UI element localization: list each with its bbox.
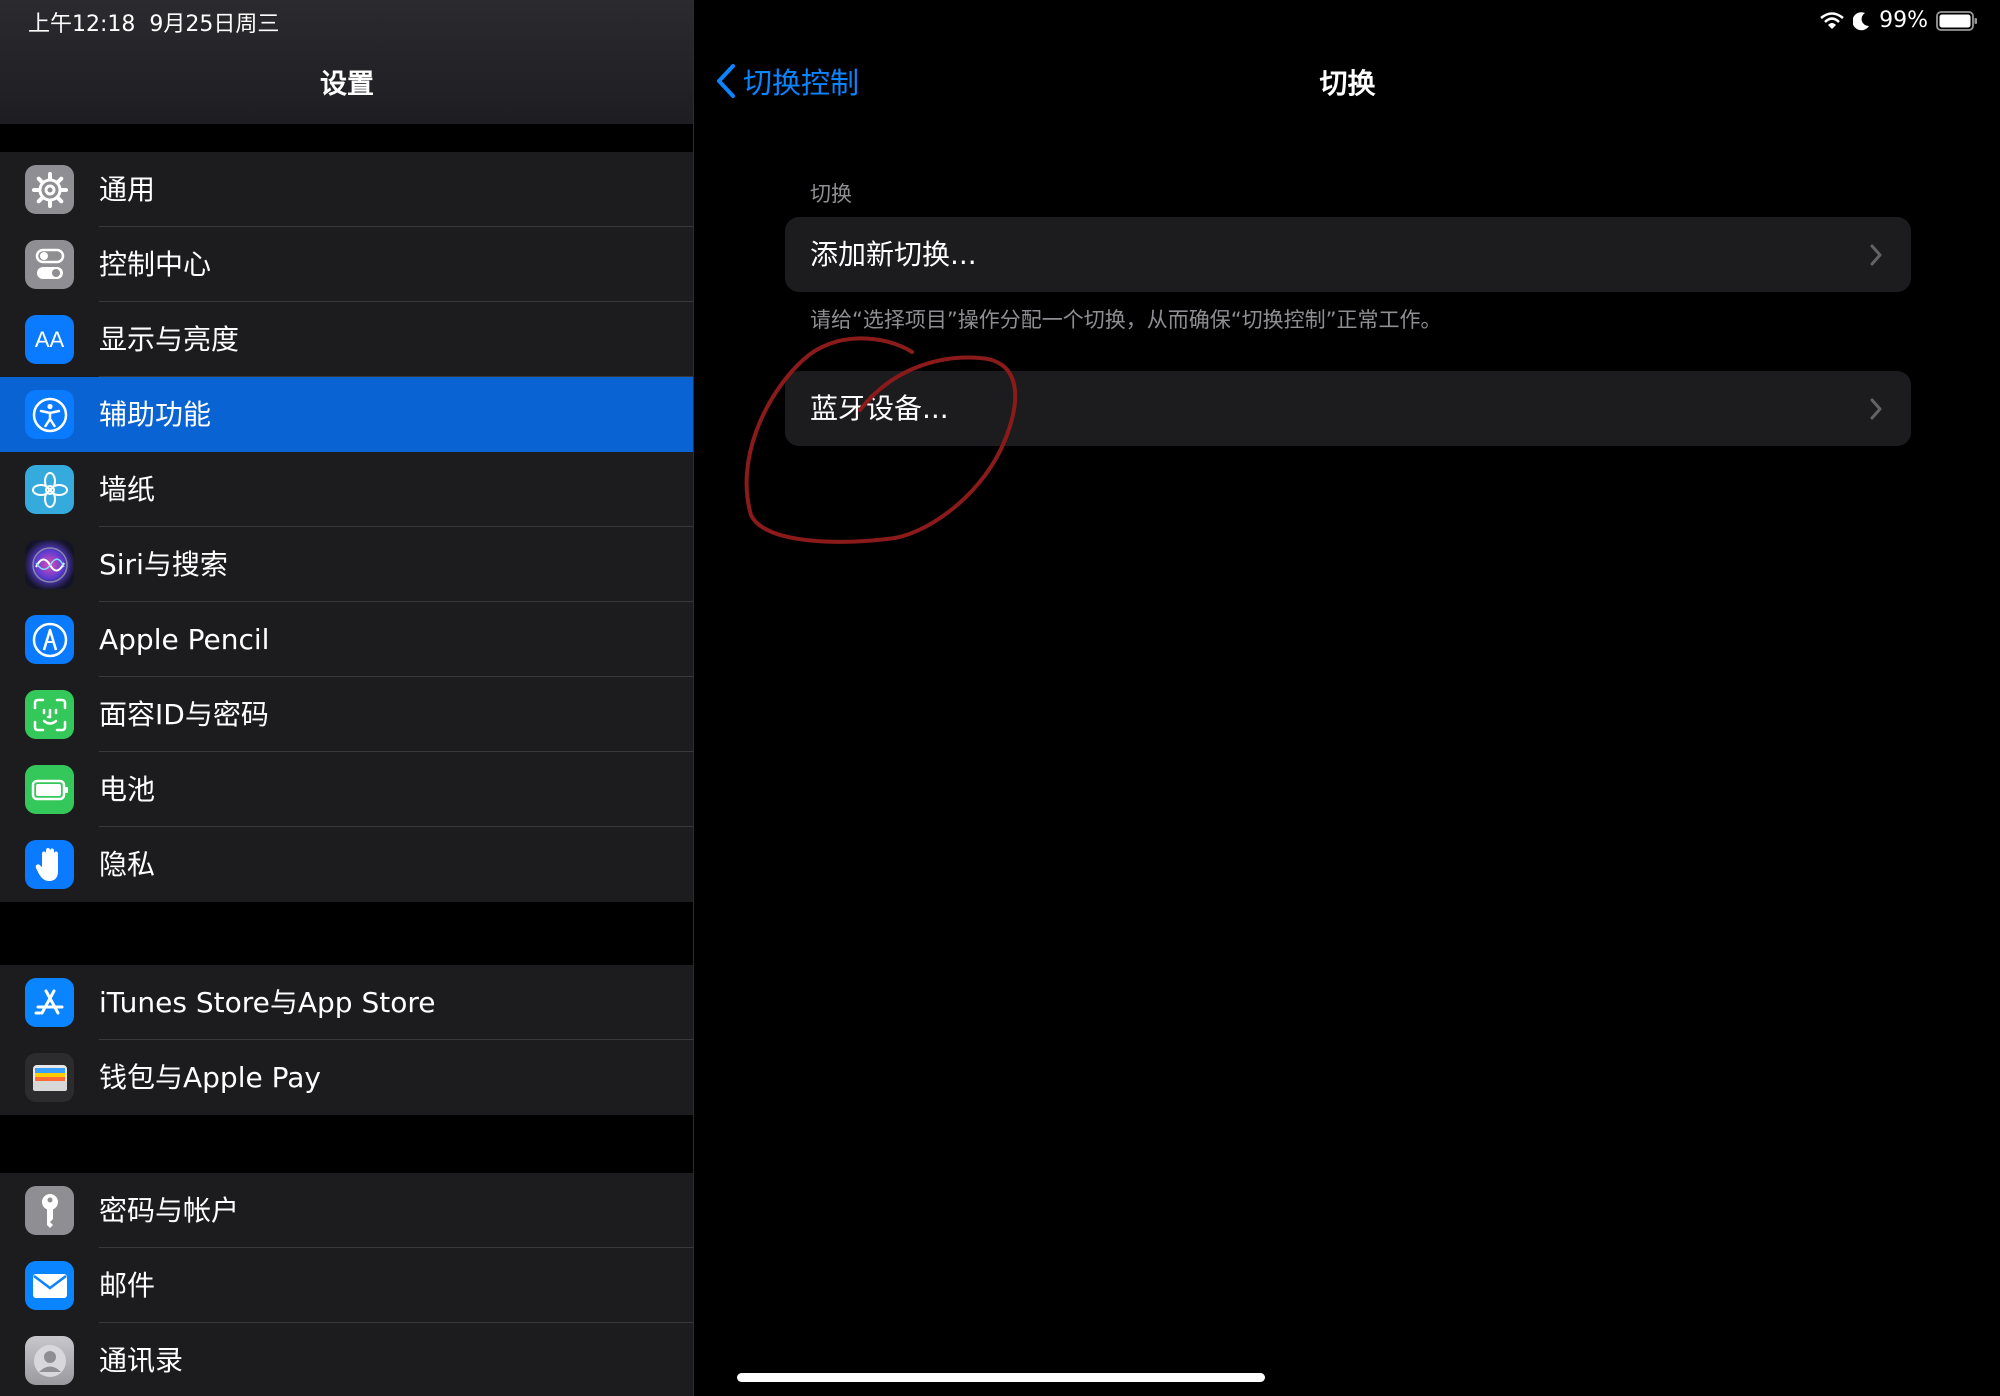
sidebar-item-label: 通讯录 <box>99 1344 184 1377</box>
sidebar-item-control-center[interactable]: 控制中心 <box>0 227 693 302</box>
sidebar-item-label: iTunes Store与App Store <box>99 986 436 1019</box>
sidebar-item-general[interactable]: 通用 <box>0 152 693 227</box>
group-separator <box>0 124 693 152</box>
sidebar-item-label: 电池 <box>99 773 156 806</box>
section-footer-note: 请给“选择项目”操作分配一个切换，从而确保“切换控制”正常工作。 <box>810 308 1442 332</box>
section-header: 切换 <box>810 182 852 206</box>
sidebar-item-label: Siri与搜索 <box>99 548 228 581</box>
sidebar-item-wallet[interactable]: 钱包与Apple Pay <box>0 1040 693 1115</box>
key-icon <box>25 1186 74 1235</box>
mail-icon <box>25 1261 74 1310</box>
status-indicators: 99% <box>1819 8 1978 33</box>
status-time-text: 上午12:18 <box>28 12 136 37</box>
wifi-icon <box>1820 11 1844 29</box>
accessibility-icon <box>25 390 74 439</box>
sidebar-item-wallpaper[interactable]: 墙纸 <box>0 452 693 527</box>
sidebar-item-label: 通用 <box>99 173 156 206</box>
home-indicator <box>737 1373 1265 1382</box>
sidebar-item-label: 控制中心 <box>99 248 212 281</box>
sidebar-item-display-brightness[interactable]: AA 显示与亮度 <box>0 302 693 377</box>
sidebar-item-face-id[interactable]: 面容ID与密码 <box>0 677 693 752</box>
text-size-icon: AA <box>25 315 74 364</box>
settings-sidebar: 上午12:18 9月25日周三 设置 通用 控制中心 AA 显示与亮度 辅助功能… <box>0 0 694 1396</box>
page-title: 切换 <box>1319 67 1376 100</box>
text-size-glyph: AA <box>34 326 65 352</box>
group-separator <box>0 902 693 965</box>
detail-pane: 99% 切换控制 切换 切换 添加新切换... 请给“选择项目”操作分配一个切换… <box>695 0 2000 1396</box>
app-store-icon <box>25 978 74 1027</box>
sidebar-item-label: 钱包与Apple Pay <box>99 1061 321 1094</box>
moon-icon <box>1853 11 1870 30</box>
sidebar-item-battery[interactable]: 电池 <box>0 752 693 827</box>
sidebar-title: 设置 <box>320 69 374 100</box>
battery-icon <box>25 765 74 814</box>
hand-icon <box>25 840 74 889</box>
sidebar-item-mail[interactable]: 邮件 <box>0 1248 693 1323</box>
sidebar-item-label: 邮件 <box>99 1269 156 1302</box>
settings-group-1: 通用 控制中心 AA 显示与亮度 辅助功能 墙纸 Siri与搜索 Apple P… <box>0 152 693 902</box>
sidebar-item-label: 显示与亮度 <box>99 323 240 356</box>
status-date-text: 9月25日周三 <box>149 12 280 37</box>
red-circle-annotation <box>744 336 1018 544</box>
sidebar-item-passwords-accounts[interactable]: 密码与帐户 <box>0 1173 693 1248</box>
sidebar-item-label: 隐私 <box>99 848 156 881</box>
sidebar-item-label: 辅助功能 <box>99 398 212 431</box>
sidebar-item-label: 墙纸 <box>99 473 156 506</box>
gear-icon <box>25 165 74 214</box>
sidebar-item-label: 面容ID与密码 <box>99 698 269 731</box>
settings-group-3: 密码与帐户 邮件 通讯录 <box>0 1173 693 1396</box>
wallet-icon <box>25 1053 74 1102</box>
bluetooth-devices-cell[interactable]: 蓝牙设备... <box>785 371 1911 446</box>
flower-icon <box>25 465 74 514</box>
chevron-right-icon <box>1870 244 1882 266</box>
contacts-icon <box>25 1336 74 1385</box>
battery-percentage: 99% <box>1879 8 1928 33</box>
battery-status-icon <box>1936 10 1977 31</box>
toggle-icon <box>25 240 74 289</box>
status-time: 上午12:18 9月25日周三 <box>28 6 279 38</box>
sidebar-item-label: 密码与帐户 <box>99 1194 240 1227</box>
sidebar-item-privacy[interactable]: 隐私 <box>0 827 693 902</box>
add-new-switch-label: 添加新切换... <box>810 238 977 271</box>
pencil-icon <box>25 615 74 664</box>
group-separator <box>0 1115 693 1173</box>
sidebar-item-apple-pencil[interactable]: Apple Pencil <box>0 602 693 677</box>
add-new-switch-cell[interactable]: 添加新切换... <box>785 217 1911 292</box>
siri-icon <box>25 540 74 589</box>
sidebar-item-contacts[interactable]: 通讯录 <box>0 1323 693 1396</box>
settings-group-2: iTunes Store与App Store 钱包与Apple Pay <box>0 965 693 1115</box>
chevron-right-icon <box>1870 398 1882 420</box>
sidebar-item-accessibility[interactable]: 辅助功能 <box>0 377 693 452</box>
sidebar-item-siri-search[interactable]: Siri与搜索 <box>0 527 693 602</box>
sidebar-header: 上午12:18 9月25日周三 设置 <box>0 0 693 124</box>
sidebar-item-label: Apple Pencil <box>99 623 270 656</box>
bluetooth-devices-label: 蓝牙设备... <box>810 392 949 425</box>
sidebar-item-app-store[interactable]: iTunes Store与App Store <box>0 965 693 1040</box>
face-id-icon <box>25 690 74 739</box>
